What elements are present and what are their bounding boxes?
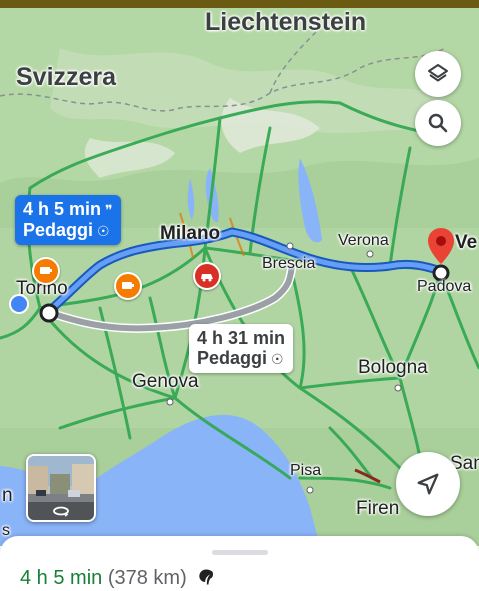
search-button[interactable] xyxy=(415,100,461,146)
layers-icon xyxy=(428,64,448,82)
place-label-firenze: Firen xyxy=(356,498,400,519)
place-label-genova: Genova xyxy=(132,371,199,392)
speed-camera-icon[interactable] xyxy=(32,257,60,285)
place-label-liechtenstein: Liechtenstein xyxy=(205,8,367,36)
toll-icon: ☉ xyxy=(271,351,284,367)
place-label-brescia: Brescia xyxy=(262,255,316,272)
sheet-drag-handle[interactable] xyxy=(212,550,268,555)
place-label-bologna: Bologna xyxy=(358,357,428,378)
place-label-venezia: Ve xyxy=(455,232,478,253)
street-view-thumbnail[interactable] xyxy=(26,454,96,522)
selected-route-time: 4 h 5 min xyxy=(23,199,102,219)
accident-icon[interactable] xyxy=(193,262,221,290)
place-label-left-edge: n xyxy=(2,485,13,506)
place-label-verona: Verona xyxy=(338,232,389,249)
summary-time: 4 h 5 min xyxy=(20,567,103,589)
speed-camera-icon[interactable] xyxy=(114,272,142,300)
place-label-padova: Padova xyxy=(417,278,472,295)
alternative-route-toll: Pedaggi xyxy=(197,348,268,368)
alternative-route-time: 4 h 31 min xyxy=(197,328,286,348)
search-icon xyxy=(428,113,448,133)
eco-leaf-icon: ❞ xyxy=(105,202,113,218)
bottom-sheet[interactable]: 4 h 5 min (378 km) xyxy=(0,536,479,591)
layers-button[interactable] xyxy=(415,51,461,97)
map-view[interactable]: Liechtenstein Svizzera Milano Verona Bre… xyxy=(0,8,479,546)
summary-distance: (378 km) xyxy=(107,567,187,589)
place-label-pisa: Pisa xyxy=(290,462,322,479)
place-label-milano: Milano xyxy=(160,223,221,244)
route-summary: 4 h 5 min (378 km) xyxy=(20,567,216,590)
navigation-arrow-icon xyxy=(417,473,439,495)
destination-pin-icon[interactable] xyxy=(426,226,456,266)
street-view-360-icon xyxy=(28,502,94,520)
status-strip xyxy=(0,0,479,8)
eco-route-icon xyxy=(199,569,214,585)
alternative-route-bubble[interactable]: 4 h 31 min Pedaggi ☉ xyxy=(189,324,294,373)
navigate-button[interactable] xyxy=(396,452,460,516)
toll-icon: ☉ xyxy=(97,223,110,239)
selected-route-bubble[interactable]: 4 h 5 min ❞ Pedaggi ☉ xyxy=(15,195,121,245)
place-label-svizzera: Svizzera xyxy=(16,63,117,91)
selected-route-toll: Pedaggi xyxy=(23,220,94,240)
